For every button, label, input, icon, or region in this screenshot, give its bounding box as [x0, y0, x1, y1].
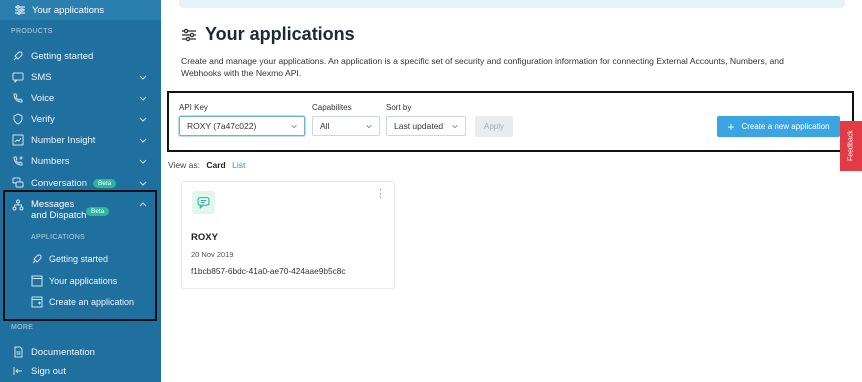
chevron-down-icon — [138, 72, 148, 82]
sort-by-select[interactable]: Last updated — [386, 116, 466, 136]
sidebar-item-your-applications-top[interactable]: Your applications — [0, 0, 161, 20]
sidebar-item-label: Documentation — [31, 346, 95, 358]
create-window-icon — [31, 296, 43, 308]
sub-item-label: Create an application — [49, 297, 135, 307]
sidebar-item-label: Getting started — [31, 50, 94, 62]
sub-item-label: Getting started — [49, 254, 109, 264]
main-content: Your applications Create and manage your… — [161, 0, 862, 382]
create-application-label: Create a new application — [741, 122, 830, 131]
sidebar-item-label: Conversation — [31, 177, 87, 189]
sub-item-label: Your applications — [49, 276, 118, 286]
page-description: Create and manage your applications. An … — [181, 56, 784, 78]
shield-icon — [12, 113, 24, 125]
svg-text:#: # — [19, 156, 23, 162]
sliders-icon — [181, 27, 197, 43]
api-key-value: ROXY (7a47c022) — [187, 121, 257, 131]
application-id: f1bcb857-6bdc-41a0-ae70-424aae9b5c8c — [191, 266, 346, 276]
numbers-icon: # — [12, 155, 24, 167]
chevron-down-icon — [138, 178, 148, 188]
sidebar-item-label: Verify — [31, 113, 55, 125]
window-icon — [31, 275, 43, 287]
sidebar-top-label: Your applications — [32, 4, 105, 16]
sort-by-value: Last updated — [394, 121, 444, 131]
plus-icon: + — [727, 119, 735, 134]
chevron-up-icon — [138, 200, 148, 210]
sliders-icon — [14, 4, 26, 16]
sidebar-item-label: Sign out — [31, 365, 66, 377]
messages-dispatch-label: Messages and Dispatch — [31, 199, 87, 221]
chevron-down-icon — [365, 122, 373, 130]
page-title-text: Your applications — [205, 24, 355, 44]
products-heading: PRODUCTS — [11, 28, 53, 35]
page-title: Your applications — [181, 24, 355, 45]
info-banner — [179, 0, 845, 8]
view-toggle: View as: Card List — [168, 160, 245, 170]
sort-by-label: Sort by — [386, 103, 412, 112]
sidebar-item-label: Voice — [31, 92, 55, 104]
chevron-down-icon — [138, 135, 148, 145]
view-card-option[interactable]: Card — [206, 160, 225, 170]
more-heading: MORE — [11, 324, 34, 331]
sidebar-item-sign-out[interactable]: Sign out — [12, 362, 154, 380]
sidebar-item-label: Numbers — [31, 155, 70, 167]
apply-button[interactable]: Apply — [475, 116, 513, 137]
capabilities-value: All — [320, 121, 330, 131]
api-key-select[interactable]: ROXY (7a47c022) — [179, 116, 305, 136]
sub-item-your-applications[interactable]: Your applications — [31, 273, 117, 289]
capabilities-select[interactable]: All — [312, 116, 380, 136]
sub-item-getting-started[interactable]: Getting started — [31, 251, 108, 267]
view-as-label: View as: — [168, 160, 200, 170]
insight-icon — [12, 134, 24, 146]
application-card[interactable]: ⋮ ROXY 20 Nov 2019 f1bcb857-6bdc-41a0-ae… — [181, 181, 395, 289]
feedback-tab[interactable]: Feedback — [840, 121, 862, 171]
beta-badge: Beta — [86, 207, 110, 216]
chat-icon — [12, 71, 24, 83]
sidebar-item-label: Number Insight — [31, 134, 96, 146]
sidebar-item-getting-started[interactable]: Getting started — [12, 47, 154, 65]
capabilities-label: Capabilites — [312, 103, 352, 112]
sidebar-item-sms[interactable]: SMS — [12, 68, 154, 86]
rocket-icon — [12, 50, 24, 62]
phone-icon — [12, 92, 24, 104]
rocket-icon — [31, 253, 43, 265]
sidebar: Your applications PRODUCTS Getting start… — [0, 0, 161, 382]
message-icon — [192, 191, 215, 214]
chevron-down-icon — [138, 156, 148, 166]
dispatch-icon — [12, 199, 24, 211]
chevron-down-icon — [138, 114, 148, 124]
view-list-option[interactable]: List — [232, 160, 245, 170]
create-application-button[interactable]: + Create a new application — [717, 116, 840, 137]
document-icon — [12, 346, 24, 358]
applications-heading: APPLICATIONS — [31, 234, 86, 241]
sidebar-item-number-insight[interactable]: Number Insight — [12, 131, 154, 149]
sidebar-item-label: SMS — [31, 71, 52, 83]
sidebar-item-numbers[interactable]: # Numbers — [12, 152, 154, 170]
chevron-down-icon — [138, 93, 148, 103]
api-key-label: API Key — [179, 103, 208, 112]
application-name: ROXY — [191, 232, 218, 243]
sidebar-item-documentation[interactable]: Documentation — [12, 343, 154, 361]
sidebar-item-voice[interactable]: Voice — [12, 89, 154, 107]
sidebar-item-verify[interactable]: Verify — [12, 110, 154, 128]
more-options-icon[interactable]: ⋮ — [375, 189, 386, 200]
beta-badge: Beta — [92, 178, 117, 188]
chevron-down-icon — [451, 122, 459, 130]
conversation-icon — [12, 177, 24, 189]
chevron-down-icon — [290, 122, 298, 130]
application-date: 20 Nov 2019 — [191, 250, 234, 259]
signout-icon — [12, 365, 24, 377]
sub-item-create-application[interactable]: Create an application — [31, 294, 134, 310]
